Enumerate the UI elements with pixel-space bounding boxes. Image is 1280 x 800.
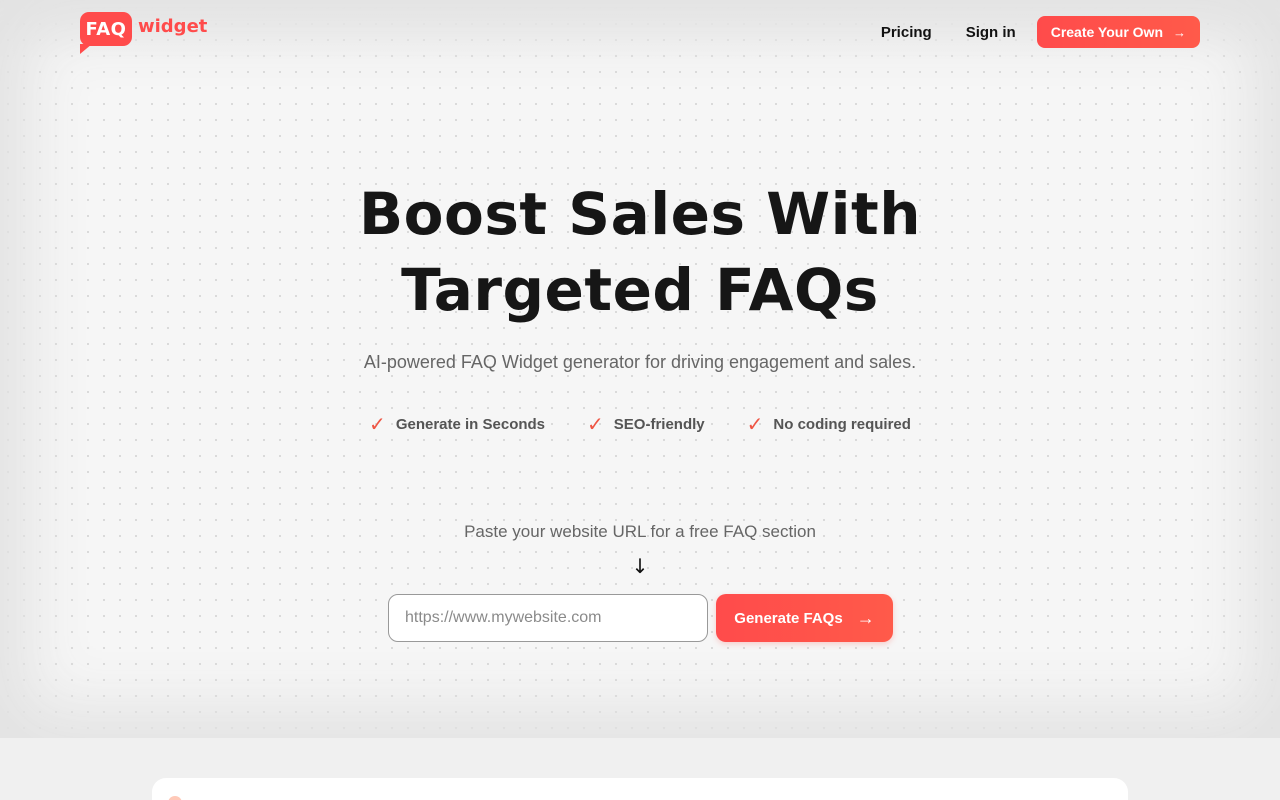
logo[interactable]: FAQ widget (80, 12, 208, 54)
hero-headline: Boost Sales With Targeted FAQs (0, 176, 1280, 328)
check-icon: ✓ (587, 412, 604, 436)
nav-pricing-link[interactable]: Pricing (881, 24, 932, 41)
feature-item: ✓ SEO-friendly (587, 414, 705, 434)
logo-word: widget (138, 16, 208, 37)
arrow-right-icon: → (1173, 24, 1186, 40)
headline-line-2: Targeted FAQs (401, 256, 879, 324)
generate-faqs-button[interactable]: Generate FAQs → (716, 594, 893, 642)
feature-item: ✓ No coding required (747, 414, 911, 434)
feature-label: Generate in Seconds (395, 415, 546, 433)
create-your-own-label: Create Your Own (1050, 24, 1163, 40)
feature-label: SEO-friendly (613, 415, 705, 433)
url-prompt: Paste your website URL for a free FAQ se… (464, 522, 816, 541)
feature-label: No coding required (773, 415, 911, 433)
card-dot-icon (168, 796, 182, 800)
generate-faqs-label: Generate FAQs (734, 609, 843, 627)
website-url-input[interactable] (388, 594, 708, 642)
nav-sign-in-link[interactable]: Sign in (966, 24, 1016, 41)
feature-list: ✓ Generate in Seconds ✓ SEO-friendly ✓ N… (0, 414, 1280, 434)
check-icon: ✓ (746, 412, 764, 436)
arrow-right-icon: → (856, 607, 875, 628)
top-nav: Pricing Sign in Create Your Own → (881, 16, 1200, 48)
hero-subtitle: AI-powered FAQ Widget generator for driv… (363, 352, 917, 372)
create-your-own-button[interactable]: Create Your Own → (1036, 16, 1200, 48)
preview-card (152, 778, 1128, 800)
feature-item: ✓ Generate in Seconds (369, 414, 545, 434)
logo-badge: FAQ (80, 12, 132, 54)
check-icon: ✓ (369, 412, 386, 436)
headline-line-1: Boost Sales With (358, 180, 922, 248)
arrow-down-icon: ↓ (631, 554, 649, 578)
